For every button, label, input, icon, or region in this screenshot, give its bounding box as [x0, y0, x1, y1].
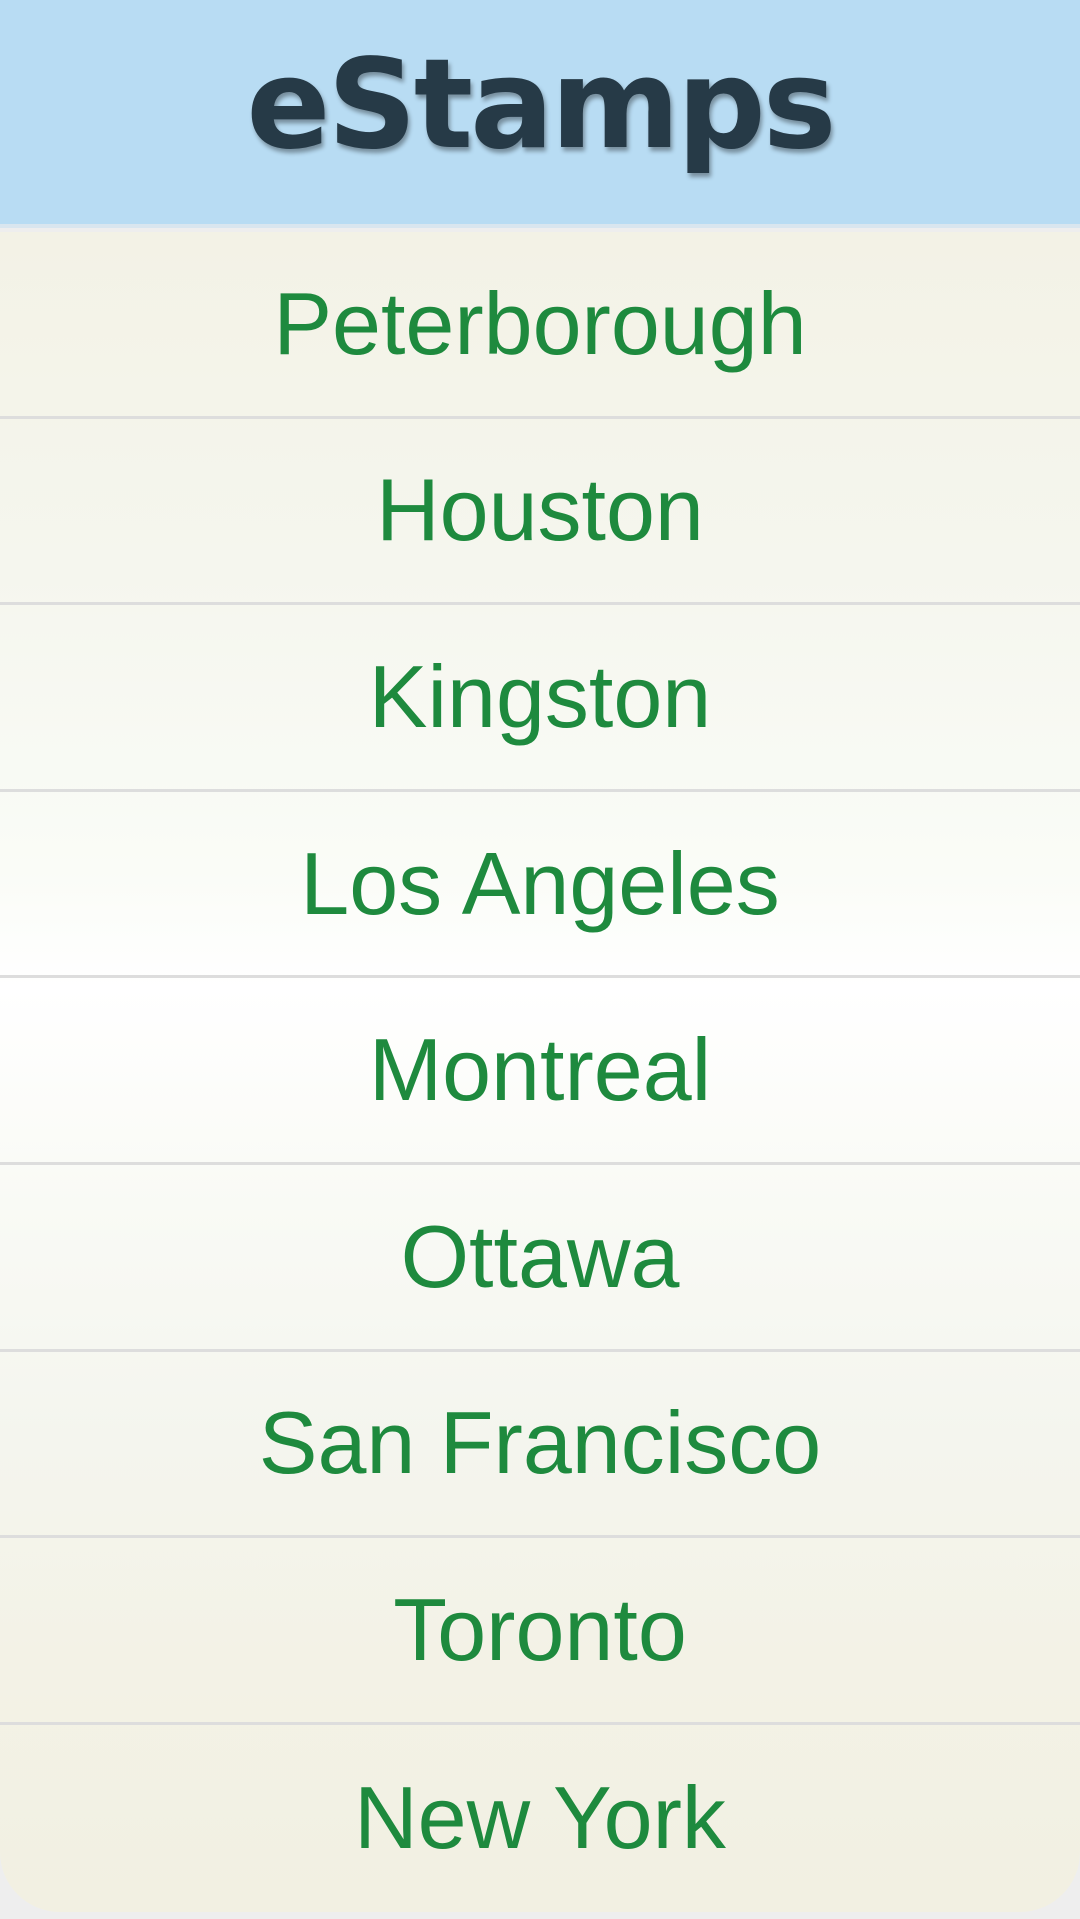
city-label: New York	[354, 1768, 726, 1868]
city-label: Ottawa	[400, 1206, 680, 1306]
city-row-los-angeles[interactable]: Los Angeles	[0, 792, 1080, 979]
city-row-peterborough[interactable]: Peterborough	[0, 232, 1080, 419]
city-row-new-york[interactable]: New York	[0, 1725, 1080, 1912]
city-label: Toronto	[393, 1579, 687, 1679]
city-label: Peterborough	[273, 273, 807, 373]
city-row-houston[interactable]: Houston	[0, 419, 1080, 606]
city-label: Montreal	[368, 1020, 712, 1120]
app-header: eStamps	[0, 0, 1080, 228]
city-row-ottawa[interactable]: Ottawa	[0, 1165, 1080, 1352]
city-row-montreal[interactable]: Montreal	[0, 978, 1080, 1165]
city-label: Los Angeles	[300, 833, 780, 933]
app-screen: eStamps Peterborough Houston Kingston Lo…	[0, 0, 1080, 1919]
city-label: Kingston	[368, 646, 712, 746]
city-label: Houston	[376, 460, 704, 560]
city-row-toronto[interactable]: Toronto	[0, 1538, 1080, 1725]
city-list: Peterborough Houston Kingston Los Angele…	[0, 232, 1080, 1912]
app-title: eStamps	[246, 33, 836, 177]
city-label: San Francisco	[258, 1393, 822, 1493]
city-row-kingston[interactable]: Kingston	[0, 605, 1080, 792]
city-row-san-francisco[interactable]: San Francisco	[0, 1352, 1080, 1539]
